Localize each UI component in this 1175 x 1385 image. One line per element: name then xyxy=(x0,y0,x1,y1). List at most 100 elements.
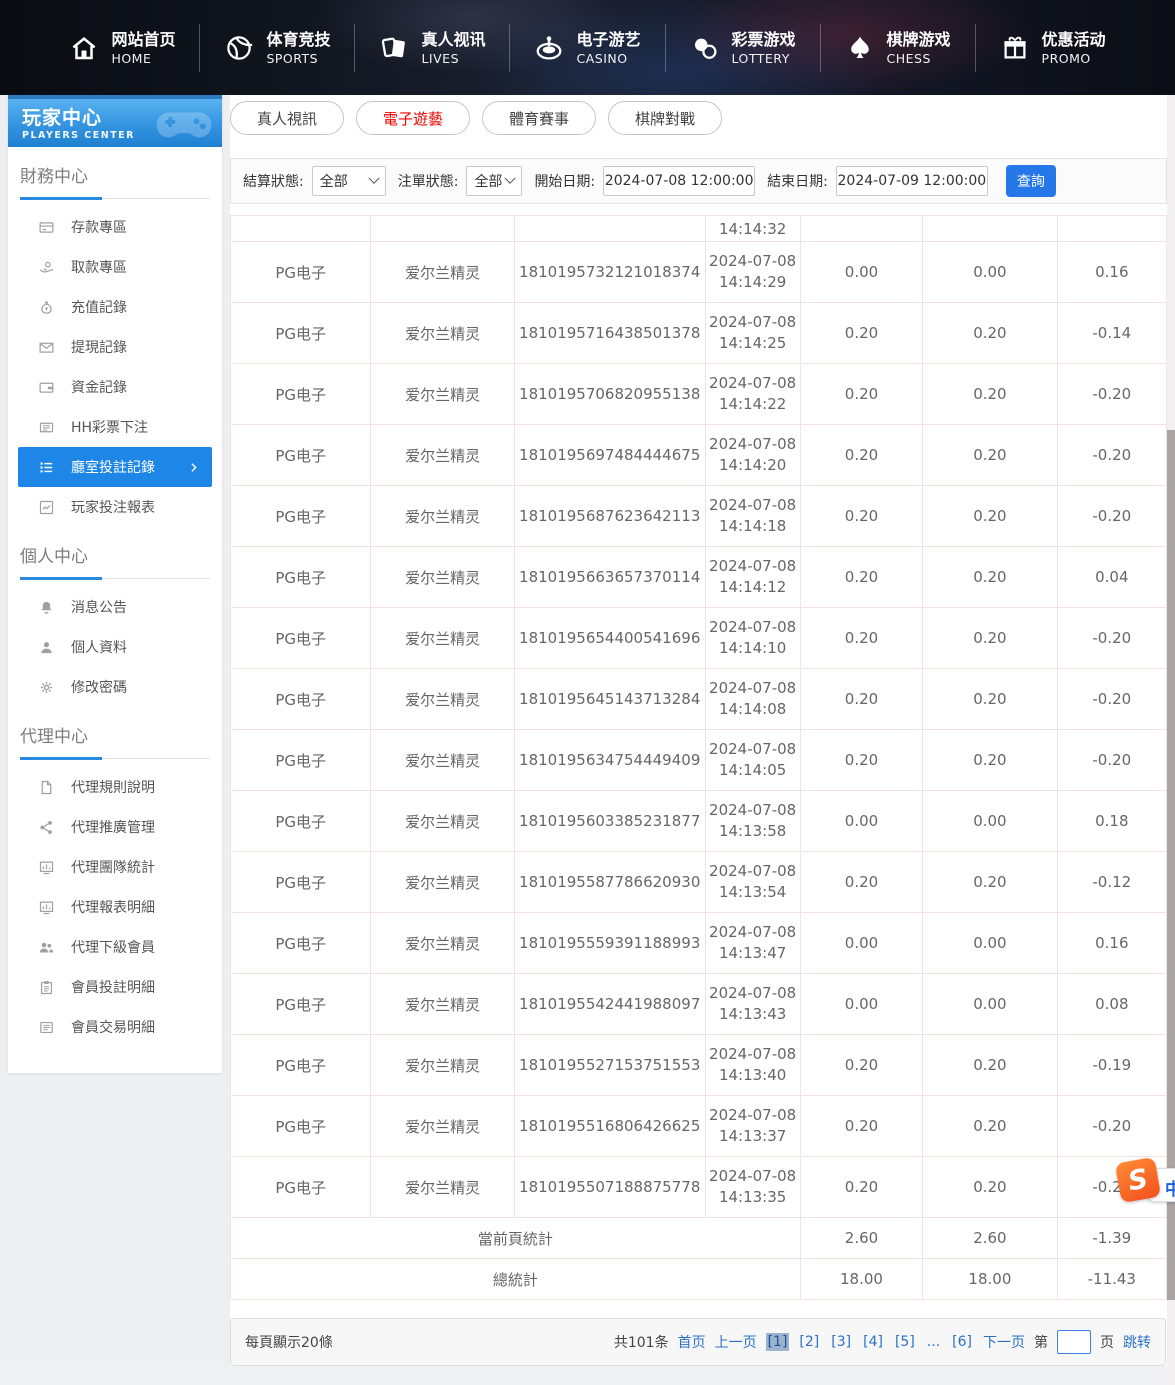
valid-amount-cell: 0.00 xyxy=(923,242,1057,303)
people-icon xyxy=(38,939,55,956)
tab[interactable]: 電子遊藝 xyxy=(356,101,470,135)
time-cell: 2024-07-08 14:13:40 xyxy=(705,1035,800,1096)
game-cell: 爱尔兰精灵 xyxy=(371,425,514,486)
platform-cell: PG电子 xyxy=(231,608,371,669)
nav-item-label-en: LIVES xyxy=(421,50,485,67)
valid-amount-cell: 0.00 xyxy=(923,791,1057,852)
sidebar-item[interactable]: 代理規則說明 xyxy=(18,767,212,807)
sidebar-item[interactable]: 修改密碼 xyxy=(18,667,212,707)
sidebar-item[interactable]: 提現記錄 xyxy=(18,327,212,367)
nav-item-label: 网站首页 HOME xyxy=(111,29,175,67)
page-number-link[interactable]: [5] xyxy=(893,1333,917,1351)
table-row: PG电子 爱尔兰精灵 1810195645143713284 2024-07-0… xyxy=(231,669,1167,730)
sidebar-item[interactable]: HH彩票下注 xyxy=(18,407,212,447)
first-page-link[interactable]: 首页 xyxy=(678,1332,706,1352)
time-text: 14:13:47 xyxy=(706,943,800,964)
sidebar-item[interactable]: 取款專區 xyxy=(18,247,212,287)
sidebar-item[interactable]: 代理報表明細 xyxy=(18,887,212,927)
nav-item[interactable]: 真人视讯 LIVES xyxy=(354,24,509,72)
next-page-link[interactable]: 下一页 xyxy=(983,1332,1025,1352)
nav-item[interactable]: 棋牌游戏 CHESS xyxy=(820,24,975,72)
time-text: 14:13:40 xyxy=(706,1065,800,1086)
tab[interactable]: 棋牌對戰 xyxy=(608,101,722,135)
bet-amount-cell: 0.20 xyxy=(800,730,922,791)
valid-amount-cell: 0.20 xyxy=(923,669,1057,730)
platform-cell: PG电子 xyxy=(231,303,371,364)
nav-item-label: 体育竞技 SPORTS xyxy=(266,29,330,67)
nav-item[interactable]: 彩票游戏 LOTTERY xyxy=(665,24,820,72)
chevron-right-icon xyxy=(187,461,200,474)
nav-item[interactable]: 优惠活动 PROMO xyxy=(975,24,1130,72)
order-status-select[interactable]: 全部 xyxy=(466,166,522,196)
table-row: PG电子 爱尔兰精灵 1810195663657370114 2024-07-0… xyxy=(231,547,1167,608)
page-summary-label: 當前頁統計 xyxy=(231,1218,801,1259)
query-button[interactable]: 查詢 xyxy=(1006,165,1056,197)
end-date-input[interactable] xyxy=(836,166,988,196)
order-number-cell: 1810195687623642113 xyxy=(514,486,705,547)
page-number-link[interactable]: [6] xyxy=(950,1333,974,1351)
table-row: PG电子 爱尔兰精灵 1810195587786620930 2024-07-0… xyxy=(231,852,1167,913)
sidebar-item[interactable]: 會員交易明細 xyxy=(18,1007,212,1047)
winloss-cell: 0.04 xyxy=(1057,547,1166,608)
valid-amount-cell: 0.20 xyxy=(923,425,1057,486)
time-text: 14:13:35 xyxy=(706,1187,800,1208)
sidebar-item[interactable]: 存款專區 xyxy=(18,207,212,247)
bet-amount-cell: 0.20 xyxy=(800,303,922,364)
sidebar-item[interactable]: 個人資料 xyxy=(18,627,212,667)
date-text: 2024-07-08 xyxy=(706,495,800,516)
time-cell: 2024-07-08 14:14:05 xyxy=(705,730,800,791)
page-number-link[interactable]: [4] xyxy=(861,1333,885,1351)
table-row: PG电子 爱尔兰精灵 1810195706820955138 2024-07-0… xyxy=(231,364,1167,425)
table-row: PG电子 爱尔兰精灵 1810195654400541696 2024-07-0… xyxy=(231,608,1167,669)
tab[interactable]: 體育賽事 xyxy=(482,101,596,135)
sidebar-item[interactable]: 消息公告 xyxy=(18,587,212,627)
sidebar-item[interactable]: 代理下級會員 xyxy=(18,927,212,967)
sidebar-item[interactable]: 玩家投注報表 xyxy=(18,487,212,527)
bet-amount-cell: 0.20 xyxy=(800,364,922,425)
sidebar-item[interactable]: 資金記錄 xyxy=(18,367,212,407)
game-cell: 爱尔兰精灵 xyxy=(371,303,514,364)
jump-page-input[interactable] xyxy=(1057,1330,1091,1354)
date-text: 2024-07-08 xyxy=(706,800,800,821)
bell-icon xyxy=(38,599,55,616)
bet-amount-cell: 0.00 xyxy=(800,791,922,852)
time-cell: 2024-07-08 14:14:25 xyxy=(705,303,800,364)
sidebar-item[interactable]: 充值記錄 xyxy=(18,287,212,327)
top-navigation: 网站首页 HOME 体育竞技 SPORTS 真人视讯 LIVES xyxy=(0,0,1175,95)
sidebar-item-label: 代理下級會員 xyxy=(71,937,155,957)
sidebar-item[interactable]: 廳室投註記錄 xyxy=(18,447,212,487)
nav-item-label-zh: 优惠活动 xyxy=(1042,29,1106,50)
page-number-link[interactable]: [3] xyxy=(829,1333,853,1351)
total-summary-bet: 18.00 xyxy=(800,1259,922,1300)
ime-indicator[interactable]: 中 S xyxy=(1118,1160,1175,1210)
nav-item[interactable]: 网站首页 HOME xyxy=(45,24,199,72)
page-number-link[interactable]: [2] xyxy=(797,1333,821,1351)
settle-status-select[interactable]: 全部 xyxy=(312,166,386,196)
nav-item-label-en: PROMO xyxy=(1042,50,1106,67)
sidebar-item[interactable]: 代理推廣管理 xyxy=(18,807,212,847)
game-cell: 爱尔兰精灵 xyxy=(371,974,514,1035)
bet-amount-cell: 0.20 xyxy=(800,547,922,608)
nav-item[interactable]: 体育竞技 SPORTS xyxy=(199,24,354,72)
sidebar-item-label: 個人資料 xyxy=(71,637,127,657)
page-number-link[interactable]: [1] xyxy=(766,1333,790,1351)
time-cell: 2024-07-08 14:13:54 xyxy=(705,852,800,913)
tab[interactable]: 真人視訊 xyxy=(230,101,344,135)
page-summary-bet: 2.60 xyxy=(800,1218,922,1259)
sidebar-item[interactable]: 會員投註明細 xyxy=(18,967,212,1007)
jump-suffix-label: 页 xyxy=(1100,1332,1114,1352)
platform-cell: PG电子 xyxy=(231,669,371,730)
nav-item[interactable]: 电子游艺 CASINO xyxy=(509,24,664,72)
order-number-cell: 1810195527153751553 xyxy=(514,1035,705,1096)
winloss-cell: -0.20 xyxy=(1057,425,1166,486)
sidebar-item[interactable]: 代理團隊統計 xyxy=(18,847,212,887)
prev-page-link[interactable]: 上一页 xyxy=(715,1332,757,1352)
winloss-cell: -0.20 xyxy=(1057,486,1166,547)
start-date-input[interactable] xyxy=(603,166,755,196)
stats-board-icon xyxy=(38,899,55,916)
bet-amount-cell: 0.20 xyxy=(800,425,922,486)
jump-action-link[interactable]: 跳转 xyxy=(1123,1332,1151,1352)
table-row: PG电子 爱尔兰精灵 1810195516806426625 2024-07-0… xyxy=(231,1096,1167,1157)
time-cell: 2024-07-08 14:14:20 xyxy=(705,425,800,486)
game-cell: 爱尔兰精灵 xyxy=(371,547,514,608)
